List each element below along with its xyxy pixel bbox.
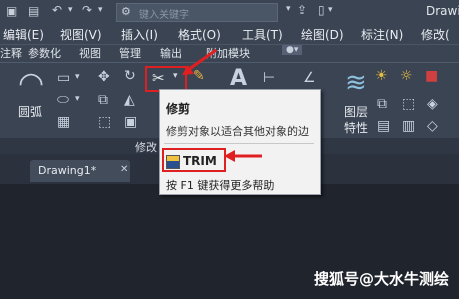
document-tab-label: Drawing1*	[38, 164, 97, 177]
move-icon[interactable]: ✥	[98, 69, 110, 85]
workspace-name: 键入关键字	[139, 10, 189, 21]
share-icon[interactable]: ⇪	[297, 3, 307, 17]
text-icon[interactable]: A	[230, 66, 247, 91]
red-arrow-to-trim-command	[224, 150, 262, 162]
layer-tool-icon-1[interactable]: ⧉	[377, 96, 387, 112]
rectangle-dropdown-icon[interactable]: ▾	[75, 72, 80, 82]
scissors-icon: ✂	[152, 69, 165, 87]
layer-tool-icon-3[interactable]: ◈	[427, 96, 438, 112]
layer-freeze-icon[interactable]: ☼	[400, 68, 413, 84]
ellipse-icon[interactable]: ⬭	[57, 92, 69, 108]
watermark-text: 搜狐号@大水牛测绘	[313, 270, 449, 288]
hatch-icon[interactable]: ▦	[57, 114, 70, 130]
menu-insert[interactable]: 插入(I)	[121, 26, 158, 43]
print-icon[interactable]: ▤	[28, 4, 39, 18]
layer-tool-icon-4[interactable]: ▤	[377, 118, 390, 134]
workspace-dropdown-icon[interactable]: ▾	[286, 4, 291, 14]
menu-modify[interactable]: 修改(	[421, 26, 450, 43]
dimension-icon[interactable]: ⊢	[263, 70, 275, 86]
menu-tools[interactable]: 工具(T)	[242, 26, 283, 43]
save-icon[interactable]: ▣	[6, 4, 17, 18]
scale-icon[interactable]: ▣	[124, 114, 137, 130]
trim-tooltip: 修剪 修剪对象以适合其他对象的边 TRIM 按 F1 键获得更多帮助	[159, 89, 321, 195]
tab-manage[interactable]: 管理	[119, 45, 141, 61]
red-arrow-to-trim-button	[182, 48, 217, 75]
layer-state-icon[interactable]: ☀	[375, 68, 388, 84]
layer-tool-icon-6[interactable]: ◇	[427, 118, 438, 134]
redo-icon[interactable]: ↷	[82, 3, 92, 17]
tab-parametric[interactable]: 参数化	[28, 45, 61, 61]
layer-tool-icon-2[interactable]: ⬚	[402, 96, 415, 112]
tooltip-divider	[164, 143, 314, 144]
layers-icon[interactable]: ≋	[345, 68, 367, 98]
menu-dimension[interactable]: 标注(N)	[361, 26, 403, 43]
tooltip-description: 修剪对象以适合其他对象的边	[166, 125, 309, 138]
gear-icon: ⚙	[121, 5, 131, 18]
trim-command-highlight	[162, 148, 226, 172]
arc-label[interactable]: 圆弧	[18, 103, 42, 120]
mirror-icon[interactable]: ◭	[124, 92, 135, 108]
tab-annotate[interactable]: 注释	[0, 45, 22, 61]
undo-dropdown-icon[interactable]: ▾	[68, 5, 73, 15]
rotate-icon[interactable]: ↻	[124, 68, 136, 84]
menu-edit[interactable]: 编辑(E)	[3, 26, 44, 43]
arc-icon[interactable]: ◠	[18, 66, 44, 101]
menu-view[interactable]: 视图(V)	[60, 26, 102, 43]
layer-color-icon[interactable]: ■	[425, 68, 438, 84]
modify-panel-label[interactable]: 修改	[135, 139, 157, 155]
copy-icon[interactable]: ⧉	[98, 92, 108, 108]
rectangle-icon[interactable]: ▭	[57, 70, 70, 86]
tooltip-title: 修剪	[166, 102, 191, 116]
layer-label-2[interactable]: 特性	[344, 119, 368, 136]
layer-tool-icon-5[interactable]: ▥	[402, 118, 415, 134]
stretch-icon[interactable]: ⬚	[98, 114, 111, 130]
undo-icon[interactable]: ↶	[52, 3, 62, 17]
menu-format[interactable]: 格式(O)	[178, 26, 221, 43]
trim-dropdown-icon: ▾	[173, 71, 178, 81]
redo-dropdown-icon[interactable]: ▾	[98, 5, 103, 15]
title-bar: ▣ ▤ ↶ ▾ ↷ ▾ ⚙ 键入关键字 ▾ ⇪ ▯ ▾ Drawi	[0, 0, 459, 24]
close-icon[interactable]: ✕	[120, 164, 128, 175]
more-dropdown-icon[interactable]: ▾	[328, 5, 333, 15]
phone-icon[interactable]: ▯	[318, 3, 325, 17]
layer-label-1[interactable]: 图层	[344, 103, 368, 120]
tab-view[interactable]: 视图	[79, 45, 101, 61]
menu-draw[interactable]: 绘图(D)	[301, 26, 344, 43]
tooltip-help-text: 按 F1 键获得更多帮助	[166, 179, 275, 192]
document-tab[interactable]: Drawing1* ✕	[30, 160, 130, 182]
ribbon-toggle-icon[interactable]: ●▾	[282, 45, 303, 55]
angle-icon[interactable]: ∠	[303, 70, 316, 86]
workspace-selector[interactable]: ⚙ 键入关键字	[116, 3, 278, 22]
ellipse-dropdown-icon[interactable]: ▾	[75, 94, 80, 104]
app-title: Drawi	[426, 4, 459, 18]
